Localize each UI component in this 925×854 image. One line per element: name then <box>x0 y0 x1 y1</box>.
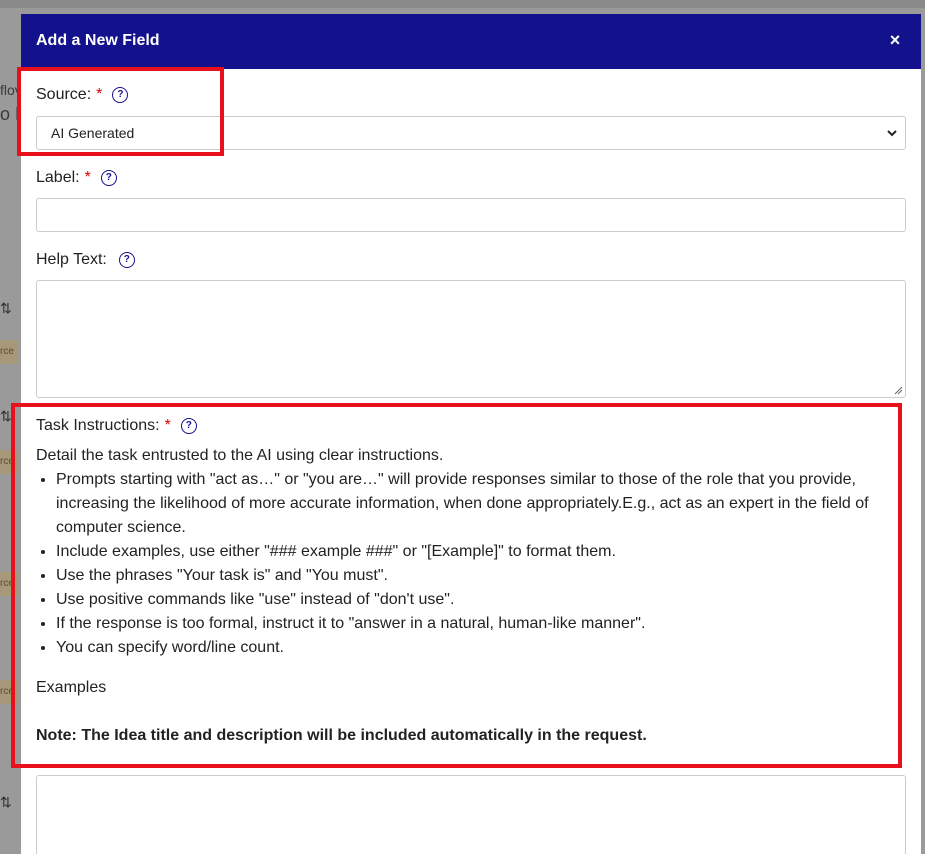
note-text: Note: The Idea title and description wil… <box>36 727 647 744</box>
source-select-value: AI Generated <box>51 125 135 141</box>
instructions-list: Prompts starting with "act as…" or "you … <box>36 468 891 660</box>
examples-label[interactable]: Examples <box>36 676 891 700</box>
source-label-text: Source: <box>36 86 92 103</box>
task-instructions-description: Detail the task entrusted to the AI usin… <box>36 444 891 748</box>
modal-title: Add a New Field <box>36 32 160 49</box>
help-text-label: Help Text: ? <box>36 251 135 269</box>
list-item: You can specify word/line count. <box>56 636 891 660</box>
required-marker: * <box>84 169 91 186</box>
required-marker: * <box>96 86 103 103</box>
label-field-label-text: Label: <box>36 169 80 186</box>
list-item: Use positive commands like "use" instead… <box>56 588 891 612</box>
source-label: Source: * ? <box>36 86 129 104</box>
label-input[interactable] <box>36 198 906 232</box>
background-icon: ⇅ <box>0 794 12 810</box>
help-text-label-text: Help Text: <box>36 251 107 268</box>
add-field-modal: Add a New Field × Source: * ? AI Generat… <box>21 14 921 854</box>
required-marker: * <box>164 417 171 434</box>
list-item: Include examples, use either "### exampl… <box>56 540 891 564</box>
list-item: Prompts starting with "act as…" or "you … <box>56 468 891 540</box>
task-instructions-textarea[interactable] <box>36 775 906 854</box>
background-tag: rce <box>0 450 18 474</box>
background-text: flov <box>0 82 22 98</box>
background-tag: rce <box>0 340 18 364</box>
help-icon[interactable]: ? <box>112 87 129 103</box>
help-icon[interactable]: ? <box>100 170 117 186</box>
background-icon: ⇅ <box>0 300 12 316</box>
help-text-textarea[interactable] <box>36 280 906 398</box>
list-item: If the response is too formal, instruct … <box>56 612 891 636</box>
close-icon[interactable]: × <box>883 28 907 52</box>
task-instructions-label: Task Instructions: * ? <box>36 417 197 435</box>
source-select[interactable]: AI Generated <box>36 116 906 150</box>
background-tag: rce <box>0 680 18 704</box>
help-icon[interactable]: ? <box>118 252 135 268</box>
task-instructions-label-text: Task Instructions: <box>36 417 160 434</box>
background-icon: ⇅ <box>0 408 12 424</box>
list-item: Use the phrases "Your task is" and "You … <box>56 564 891 588</box>
resize-handle-icon[interactable] <box>893 385 903 395</box>
label-field-label: Label: * ? <box>36 169 117 187</box>
instructions-intro: Detail the task entrusted to the AI usin… <box>36 447 444 464</box>
background-tag: rce <box>0 572 18 596</box>
help-icon[interactable]: ? <box>180 418 197 434</box>
modal-header: Add a New Field × <box>21 14 921 69</box>
chevron-down-icon <box>887 130 897 137</box>
